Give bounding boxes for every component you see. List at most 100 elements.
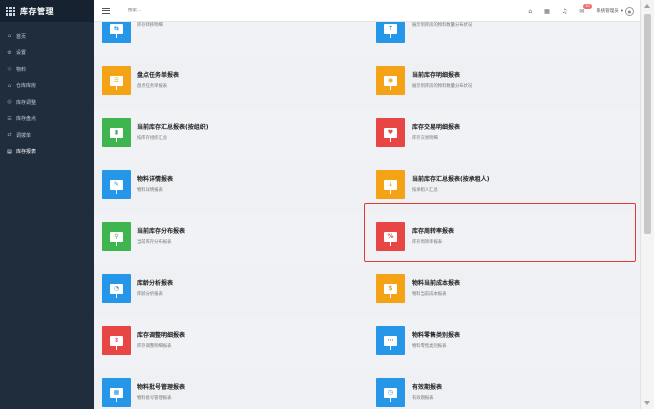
transfer-icon: ⇄ xyxy=(7,132,12,139)
report-card[interactable]: % 库存周转率报表 库存周转率报表 xyxy=(367,212,640,264)
report-description: 物料批号管理报表 xyxy=(137,396,172,401)
report-description: 物料当前成本报表 xyxy=(412,292,447,297)
report-card[interactable]: ⇡ 展示到库房的物料数量分布状况 xyxy=(367,22,640,56)
report-title[interactable]: 物料零售类别报表 xyxy=(412,330,460,339)
report-icon: ◔ xyxy=(102,274,131,303)
report-text: 当前库存汇总报表(按组织) 按库存组织汇总 xyxy=(137,122,209,141)
report-title[interactable]: 物料详情报表 xyxy=(137,174,173,183)
report-card[interactable]: ✎ 物料详情报表 物料详情报表 xyxy=(94,160,367,212)
report-card[interactable]: ◷ 有效期报表 有效期报表 xyxy=(367,368,640,409)
report-glyph-icon: ◷ xyxy=(384,387,397,402)
report-card[interactable]: ▦ 物料批号管理报表 物料批号管理报表 xyxy=(94,368,367,409)
menu-toggle-icon[interactable] xyxy=(102,7,110,14)
sidebar-item-label: 调拨单 xyxy=(16,132,32,139)
scroll-thumb[interactable] xyxy=(644,14,651,234)
scroll-up-icon[interactable] xyxy=(644,4,650,8)
report-title[interactable]: 当前库存汇总报表(按承租人) xyxy=(412,174,490,183)
report-title[interactable]: 库存调整明细报表 xyxy=(137,330,185,339)
report-text: 物料批号管理报表 物料批号管理报表 xyxy=(137,382,185,401)
avatar[interactable]: ● xyxy=(625,6,634,16)
report-text: 有效期报表 有效期报表 xyxy=(412,382,442,401)
app-root: 库存管理 ⌂ 首页 ⚙ 设置 ◇ 物料 ⌂ 仓库库房 ◎ 库存调整 ☰ 库存盘点 ⇄ 调拨单 ▤ 库存报表 ⌂… xyxy=(0,0,654,409)
report-description: 展示到库房的物料数量分布状况 xyxy=(412,84,473,89)
user-name: 系统管理员 xyxy=(596,9,619,14)
gear-icon: ⚙ xyxy=(7,49,12,56)
sidebar-item-7[interactable]: ▤ 库存报表 xyxy=(0,144,94,161)
report-glyph-icon: ⋯ xyxy=(384,335,397,350)
report-glyph-icon: ▮ xyxy=(110,127,123,142)
report-description: 库龄分析报表 xyxy=(137,292,163,297)
home-icon: ⌂ xyxy=(7,33,12,40)
report-text: 物料当前成本报表 物料当前成本报表 xyxy=(412,278,460,297)
report-text: 当前库存分布报表 当前库存分布报表 xyxy=(137,226,185,245)
report-icon: ⇕ xyxy=(102,326,131,355)
report-title[interactable]: 物料当前成本报表 xyxy=(412,278,460,287)
report-card[interactable]: ◉ 当前库存明细报表展示到库房的物料数量分布状况 xyxy=(367,56,640,108)
sidebar-item-label: 设置 xyxy=(16,50,27,57)
scrollbar[interactable] xyxy=(640,0,654,409)
sidebar-item-3[interactable]: ⌂ 仓库库房 xyxy=(0,78,94,95)
sidebar-item-2[interactable]: ◇ 物料 xyxy=(0,61,94,78)
logo[interactable]: 库存管理 xyxy=(0,0,94,22)
report-text: 物料详情报表 物料详情报表 xyxy=(137,174,173,193)
home-icon[interactable]: ⌂ xyxy=(528,8,532,15)
sidebar-item-6[interactable]: ⇄ 调拨单 xyxy=(0,127,94,144)
report-description: 库存交易明细 xyxy=(412,136,438,141)
report-description: 当前库存分布报表 xyxy=(137,240,172,245)
report-description: 库存调整明细报表 xyxy=(137,344,172,349)
user-menu[interactable]: 系统管理员 ▾ ● xyxy=(596,6,634,16)
notification-badge: 10 xyxy=(583,3,592,9)
report-title[interactable]: 当前库存分布报表 xyxy=(137,226,185,235)
apps-grid-icon xyxy=(6,6,15,16)
report-card[interactable]: ▮ 当前库存汇总报表(按组织) 按库存组织汇总 xyxy=(94,108,367,160)
report-card[interactable]: $ 物料当前成本报表 物料当前成本报表 xyxy=(367,264,640,316)
report-glyph-icon: % xyxy=(384,231,397,246)
sidebar-item-4[interactable]: ◎ 库存调整 xyxy=(0,94,94,111)
sidebar-item-label: 库存盘点 xyxy=(16,116,37,123)
report-glyph-icon: ⇣ xyxy=(384,179,397,194)
report-glyph-icon: ♥ xyxy=(384,127,397,142)
report-title[interactable]: 有效期报表 xyxy=(412,382,442,391)
bell-icon[interactable]: ♫ xyxy=(562,8,567,15)
report-card[interactable]: ⚲ 当前库存分布报表 当前库存分布报表 xyxy=(94,212,367,264)
scroll-down-icon[interactable] xyxy=(644,401,650,405)
sidebar-item-0[interactable]: ⌂ 首页 xyxy=(0,28,94,45)
report-text: 库存转移明细 xyxy=(137,22,163,28)
report-description: 有效期报表 xyxy=(412,396,434,401)
report-description: 按承租人汇总 xyxy=(412,188,438,193)
sidebar-item-1[interactable]: ⚙ 设置 xyxy=(0,45,94,62)
sidebar-item-label: 库存调整 xyxy=(16,99,37,106)
report-card[interactable]: ⇕ 库存调整明细报表 库存调整明细报表 xyxy=(94,316,367,368)
check-icon: ☰ xyxy=(7,115,12,122)
report-card[interactable]: ♥ 库存交易明细报表库存交易明细 xyxy=(367,108,640,160)
report-description: 按库存组织汇总 xyxy=(137,136,168,141)
report-title[interactable]: 库存交易明细报表 xyxy=(412,122,460,131)
report-description: 库存转移明细 xyxy=(137,23,163,28)
report-glyph-icon: ✎ xyxy=(110,179,123,194)
mail-icon[interactable]: ✉ 10 xyxy=(579,3,592,15)
warehouse-icon: ⌂ xyxy=(7,82,12,89)
report-icon: ◉ xyxy=(376,66,405,95)
report-title[interactable]: 物料批号管理报表 xyxy=(137,382,185,391)
report-grid: ⇆ 库存转移明细 ⇡ 展示到库房的物料数量分布状况 ☰ 盘点任务单报表 盘点任务单报表 ◉ 当前… xyxy=(94,22,640,409)
report-card[interactable]: ⇣ 当前库存汇总报表(按承租人) 按承租人汇总 xyxy=(367,160,640,212)
report-title[interactable]: 盘点任务单报表 xyxy=(137,70,179,79)
sidebar-item-label: 物料 xyxy=(16,66,27,73)
report-description: 库存周转率报表 xyxy=(412,240,443,245)
report-text: 物料零售类别报表 物料零售类别报表 xyxy=(412,330,460,349)
report-card[interactable]: ☰ 盘点任务单报表 盘点任务单报表 xyxy=(94,56,367,108)
report-description: 物料零售类别报表 xyxy=(412,344,447,349)
report-card[interactable]: ⇆ 库存转移明细 xyxy=(94,22,367,56)
report-icon: ▮ xyxy=(102,118,131,147)
report-card[interactable]: ⋯ 物料零售类别报表 物料零售类别报表 xyxy=(367,316,640,368)
report-title[interactable]: 当前库存明细报表 xyxy=(412,70,472,79)
report-title[interactable]: 库龄分析报表 xyxy=(137,278,173,287)
report-card[interactable]: ◔ 库龄分析报表 库龄分析报表 xyxy=(94,264,367,316)
grid-icon[interactable]: ▦ xyxy=(544,8,550,15)
report-icon: ⋯ xyxy=(376,326,405,355)
search-input[interactable] xyxy=(128,8,228,13)
sidebar-item-5[interactable]: ☰ 库存盘点 xyxy=(0,111,94,128)
report-title[interactable]: 库存周转率报表 xyxy=(412,226,454,235)
report-glyph-icon: ⚲ xyxy=(110,231,123,246)
report-title[interactable]: 当前库存汇总报表(按组织) xyxy=(137,122,209,131)
